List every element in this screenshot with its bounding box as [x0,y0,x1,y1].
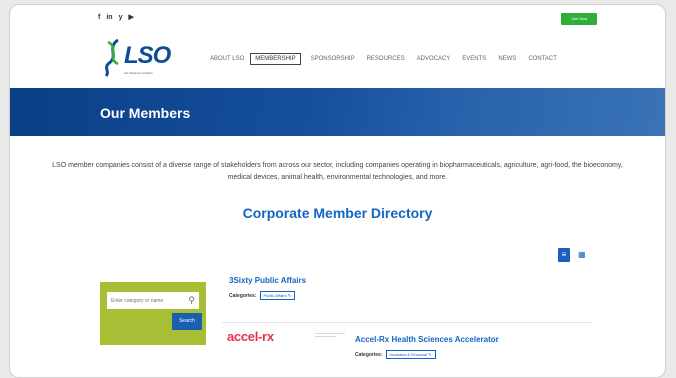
grid-view-icon[interactable]: ▦ [578,250,588,260]
join-now-button[interactable]: Join Now [561,13,597,25]
social-links: f in y ▶ [98,13,134,22]
category-tag[interactable]: Public Affairs ✎ [259,291,296,300]
member-name-link[interactable]: Accel-Rx Health Sciences Accelerator [355,335,499,344]
categories-label: Categories: [355,351,383,358]
divider [222,322,592,323]
main-nav: ABOUT LSO MEMBERSHIP SPONSORSHIP RESOURC… [210,53,569,65]
youtube-icon[interactable]: ▶ [128,13,133,22]
browser-frame: f in y ▶ Join Now LSO Life Sciences Onta… [9,4,666,378]
nav-sponsorship[interactable]: SPONSORSHIP [311,56,355,62]
logo-tagline: Life Sciences Ontario [124,71,153,75]
member-item: Accel-Rx Health Sciences Accelerator Cat… [355,335,499,359]
nav-advocacy[interactable]: ADVOCACY [417,56,451,62]
dna-helix-icon [104,38,119,78]
search-button[interactable]: Search [172,313,202,330]
member-name-link[interactable]: 3Sixty Public Affairs [229,276,306,285]
nav-resources[interactable]: RESOURCES [367,56,405,62]
top-bar: f in y ▶ Join Now [10,5,665,31]
nav-membership[interactable]: MEMBERSHIP [250,53,301,65]
nav-news[interactable]: NEWS [498,56,516,62]
member-categories: Categories: Public Affairs ✎ [229,291,306,300]
page-banner: Our Members [10,88,665,136]
intro-text: LSO member companies consist of a divers… [52,162,623,181]
linkedin-icon[interactable]: in [106,13,112,22]
nav-about[interactable]: ABOUT LSO [210,56,244,62]
logo-text: LSO [124,42,171,69]
nav-contact[interactable]: CONTACT [528,56,557,62]
search-box: ⚲ [107,292,199,309]
lso-logo[interactable]: LSO Life Sciences Ontario [102,38,172,80]
category-tag[interactable]: Incubator & Financial ✎ [385,350,436,359]
search-icon[interactable]: ⚲ [188,295,195,305]
search-input[interactable] [107,292,181,309]
list-view-button[interactable]: ≡ [558,248,570,262]
page-title: Our Members [100,105,191,121]
accel-rx-logo-graphic [315,333,345,341]
nav-events[interactable]: EVENTS [462,56,486,62]
accel-rx-logo[interactable]: accel-rx [227,329,274,344]
search-panel: ⚲ Search [100,282,206,345]
facebook-icon[interactable]: f [98,13,100,22]
member-categories: Categories: Incubator & Financial ✎ [355,350,499,359]
categories-label: Categories: [229,292,257,299]
list-view-icon: ≡ [561,250,567,259]
twitter-icon[interactable]: y [119,13,123,22]
member-item: 3Sixty Public Affairs Categories: Public… [229,276,306,300]
directory-title: Corporate Member Directory [242,205,433,221]
